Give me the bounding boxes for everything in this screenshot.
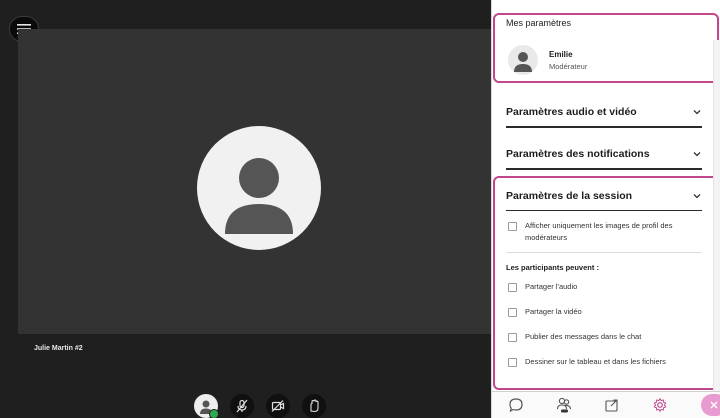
user-name: Emilie [549,49,573,59]
participant-name-label: Julie Martin #2 [34,345,83,352]
person-icon [514,52,532,72]
chevron-down-icon [693,152,701,157]
section-notifications-label: Paramètres des notifications [506,148,650,160]
checkbox[interactable] [508,308,517,317]
tab-settings[interactable] [636,392,684,418]
video-stage: Julie Martin #2 [0,0,491,418]
section-audio-video[interactable]: Paramètres audio et vidéo [506,98,702,128]
share-icon [605,399,618,412]
participants-icon [556,397,572,413]
option-post-chat[interactable]: Publier des messages dans le chat [506,331,702,343]
option-share-video[interactable]: Partager la vidéo [506,306,702,318]
panel-tab-bar [492,391,720,418]
user-role: Modérateur [549,61,588,71]
section-audio-video-label: Paramètres audio et vidéo [506,106,637,118]
chat-icon [509,398,523,413]
online-status-dot [209,409,219,418]
close-panel-button[interactable] [701,394,720,416]
mic-off-icon [236,399,248,413]
participants-heading: Les participants peuvent : [506,263,599,272]
checkbox[interactable] [508,333,517,342]
settings-icon [653,397,667,413]
option-label: Partager la vidéo [525,307,582,316]
section-notifications[interactable]: Paramètres des notifications [506,140,702,170]
option-label: Dessiner sur le tableau et dans les fich… [525,357,666,366]
chevron-down-icon [693,110,701,115]
panel-scrollbar[interactable] [713,40,720,400]
section-session[interactable]: Paramètres de la session [506,182,702,211]
option-moderator-images[interactable]: Afficher uniquement les images de profil… [506,220,702,244]
tab-share[interactable] [588,392,636,418]
option-draw-whiteboard[interactable]: Dessiner sur le tableau et dans les fich… [506,356,702,368]
camera-off-icon [271,400,285,412]
tab-participants[interactable] [540,392,588,418]
camera-button[interactable] [266,394,290,418]
close-icon [710,401,718,409]
raise-hand-button[interactable] [302,394,326,418]
chevron-down-icon [693,194,701,199]
divider [506,252,702,253]
option-label: Afficher uniquement les images de profil… [525,221,673,242]
checkbox[interactable] [508,358,517,367]
tab-chat[interactable] [492,392,540,418]
microphone-button[interactable] [230,394,254,418]
participant-avatar [197,126,321,250]
option-label: Publier des messages dans le chat [525,332,642,341]
person-icon [225,158,293,234]
user-avatar [508,45,538,75]
checkbox[interactable] [508,283,517,292]
option-label: Partager l'audio [525,282,578,291]
raise-hand-icon [310,399,319,413]
section-session-label: Paramètres de la session [506,190,633,202]
panel-title: Mes paramètres [506,18,572,28]
session-settings-body: Afficher uniquement les images de profil… [506,220,702,368]
current-user-card: Emilie Modérateur [508,44,708,76]
settings-panel: Mes paramètres Emilie Modérateur Paramèt… [491,0,720,418]
checkbox[interactable] [508,222,517,231]
my-avatar-button[interactable] [194,394,219,418]
option-share-audio[interactable]: Partager l'audio [506,281,702,293]
media-controls [194,394,326,418]
